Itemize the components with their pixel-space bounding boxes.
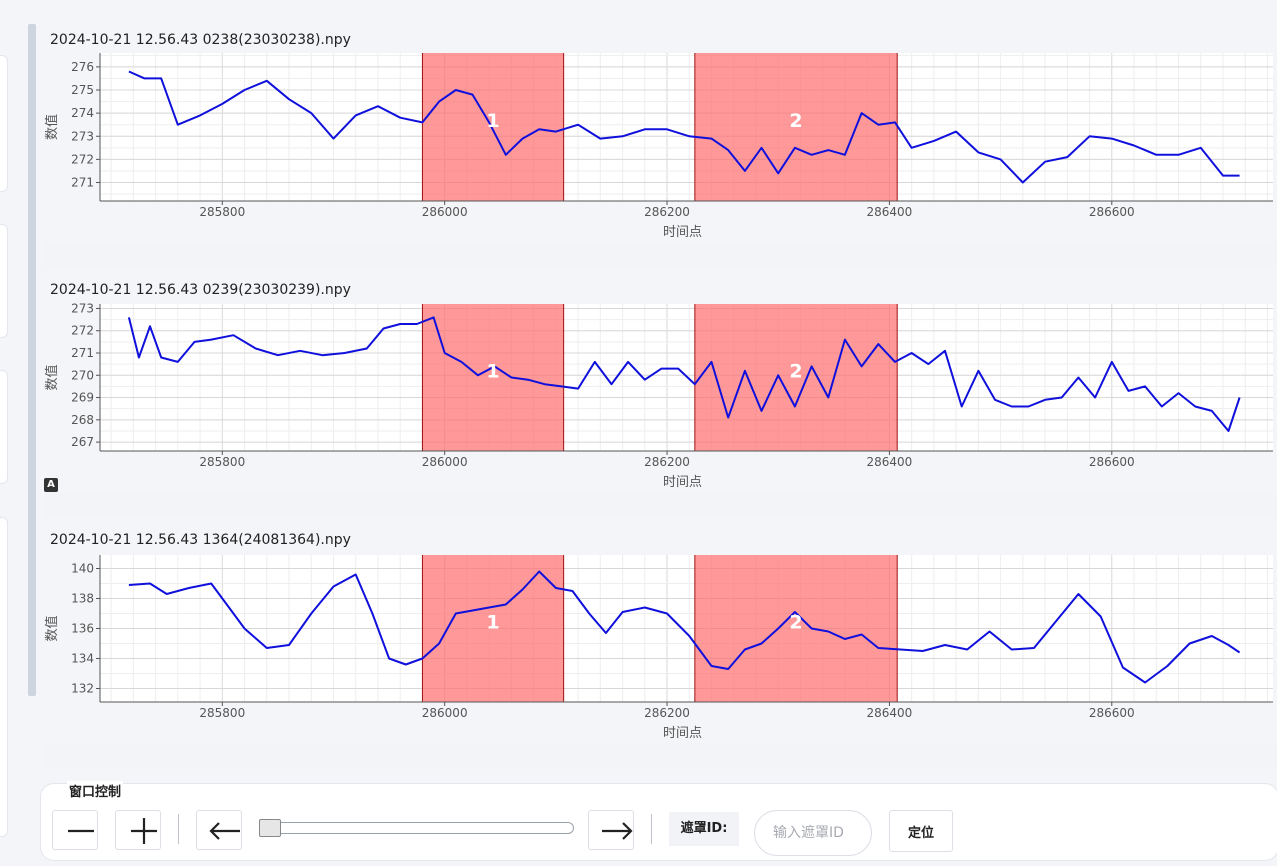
arrow-right-icon [602, 822, 633, 840]
separator [651, 814, 652, 844]
status-text: 显示: 285716-286715 / 572430, 范围: 132.35 -… [50, 752, 425, 768]
zoom-in-button[interactable] [115, 810, 161, 850]
window-controls: 窗口控制 遮罩ID: 定位 [40, 781, 1277, 861]
mask-id-label: 遮罩ID: [669, 812, 739, 846]
mask-id-input[interactable] [754, 810, 872, 856]
next-window-button[interactable] [588, 810, 634, 850]
sidebar-card[interactable] [0, 370, 8, 484]
controls-title: 窗口控制 [67, 781, 124, 800]
chart-panel: 2024-10-21 12.56.43 1364(24081364).npy 显… [44, 525, 1277, 771]
file-title: 2024-10-21 12.56.43 0239(23030239).npy [50, 282, 351, 298]
prev-window-button[interactable] [196, 810, 242, 850]
chart-panel: 2024-10-21 12.56.43 0238(23030238).npy 显… [44, 24, 1277, 270]
status-text: 显示: 285716-286715 / 572430, 范围: 267.44 -… [50, 501, 425, 517]
status-text: 显示: 285716-286715 / 572430, 范围: 270.94 -… [50, 251, 425, 267]
file-title: 2024-10-21 12.56.43 0238(23030238).npy [50, 32, 351, 48]
sidebar-card[interactable] [0, 517, 8, 837]
font-badge-icon: A [44, 478, 58, 492]
sidebar-card[interactable] [0, 224, 8, 338]
separator [178, 814, 179, 844]
panel-scrollbar[interactable] [28, 24, 36, 696]
plus-icon [131, 818, 157, 844]
minus-icon [68, 829, 94, 833]
sidebar-card[interactable] [0, 55, 8, 192]
window-slider-handle[interactable] [259, 819, 281, 837]
arrow-left-icon [209, 822, 240, 840]
left-sidebar [0, 0, 12, 866]
locate-button[interactable]: 定位 [889, 810, 953, 852]
window-slider-track[interactable] [259, 822, 574, 834]
chart-panel: 2024-10-21 12.56.43 0239(23030239).npy 显… [44, 275, 1277, 521]
zoom-out-button[interactable] [52, 810, 98, 850]
file-title: 2024-10-21 12.56.43 1364(24081364).npy [50, 532, 351, 548]
